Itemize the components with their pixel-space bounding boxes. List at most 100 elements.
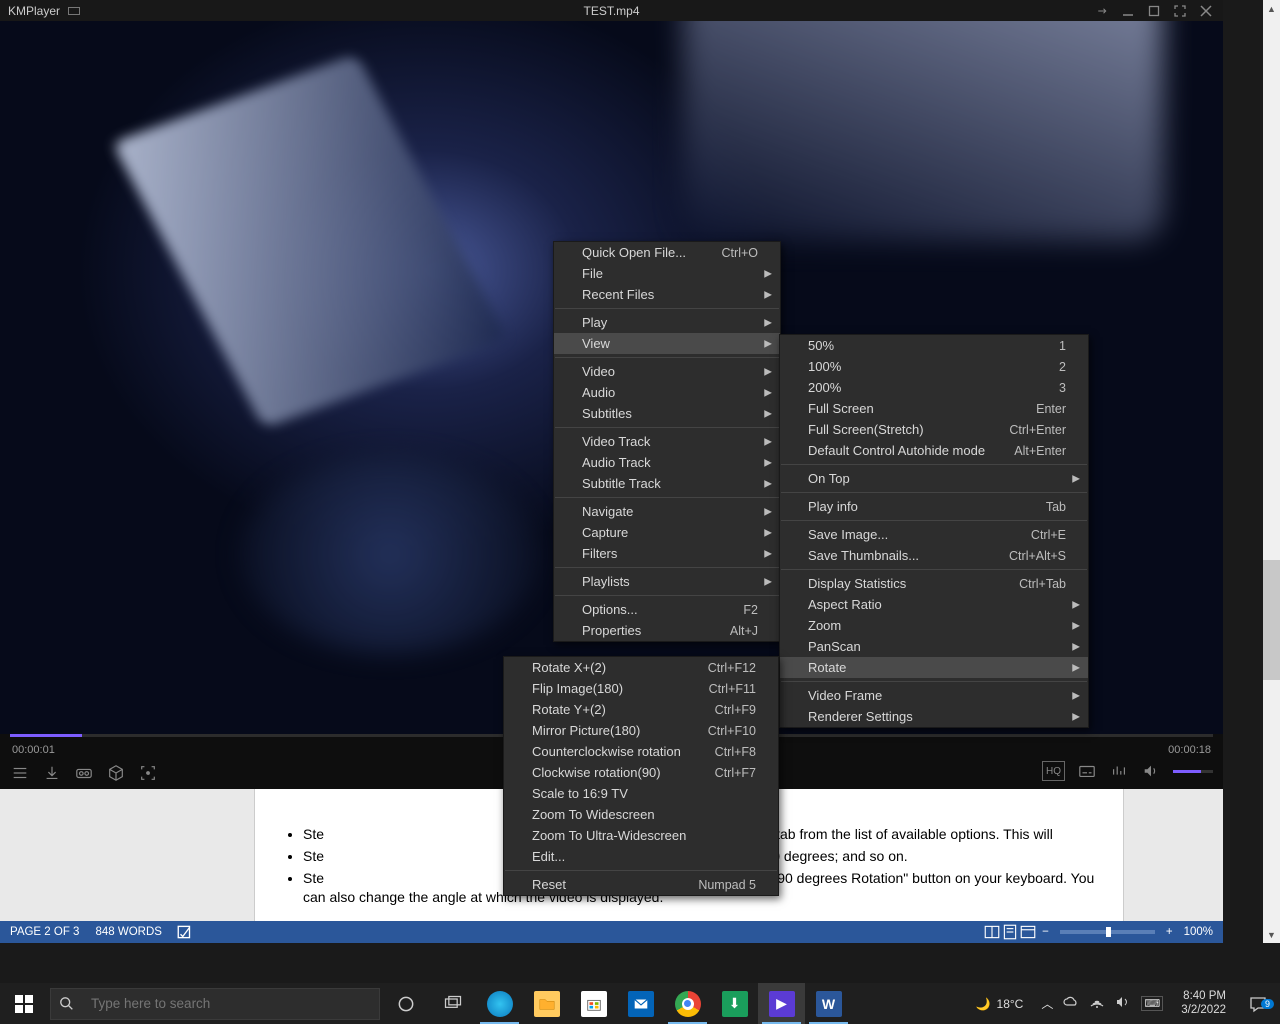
menu-item[interactable]: Video▶ bbox=[554, 361, 780, 382]
menu-item[interactable]: Quick Open File...Ctrl+O bbox=[554, 242, 780, 263]
menu-item[interactable]: Zoom▶ bbox=[780, 615, 1088, 636]
word-read-mode-icon[interactable] bbox=[983, 924, 1001, 940]
volume-slider[interactable] bbox=[1173, 770, 1213, 773]
menu-item[interactable]: 100%2 bbox=[780, 356, 1088, 377]
focus-icon[interactable] bbox=[138, 763, 158, 783]
kmplayer-taskbar-icon[interactable]: ▶ bbox=[758, 983, 805, 1024]
task-view-button[interactable] bbox=[429, 983, 476, 1024]
menu-item[interactable]: Options...F2 bbox=[554, 599, 780, 620]
word-taskbar-icon[interactable]: W bbox=[805, 983, 852, 1024]
menu-item[interactable]: PanScan▶ bbox=[780, 636, 1088, 657]
close-button[interactable] bbox=[1197, 2, 1215, 20]
tray-onedrive-icon[interactable] bbox=[1063, 994, 1079, 1013]
menu-item[interactable]: Capture▶ bbox=[554, 522, 780, 543]
scroll-up-arrow-icon[interactable]: ▲ bbox=[1263, 0, 1280, 17]
taskbar-notifications[interactable]: 9 bbox=[1236, 995, 1280, 1013]
menu-item[interactable]: Aspect Ratio▶ bbox=[780, 594, 1088, 615]
minimize-button[interactable] bbox=[1119, 2, 1137, 20]
word-zoom-in[interactable]: + bbox=[1161, 926, 1178, 938]
menu-item[interactable]: Navigate▶ bbox=[554, 501, 780, 522]
menu-item[interactable]: Play infoTab bbox=[780, 496, 1088, 517]
cortana-button[interactable] bbox=[382, 983, 429, 1024]
menu-item[interactable]: Save Thumbnails...Ctrl+Alt+S bbox=[780, 545, 1088, 566]
menu-item[interactable]: 50%1 bbox=[780, 335, 1088, 356]
menu-item[interactable]: File▶ bbox=[554, 263, 780, 284]
menu-item[interactable]: Flip Image(180)Ctrl+F11 bbox=[504, 678, 778, 699]
menu-item[interactable]: Counterclockwise rotationCtrl+F8 bbox=[504, 741, 778, 762]
context-menu-main[interactable]: Quick Open File...Ctrl+OFile▶Recent File… bbox=[553, 241, 781, 642]
equalizer-icon[interactable] bbox=[1109, 761, 1129, 781]
menu-item[interactable]: Full ScreenEnter bbox=[780, 398, 1088, 419]
scroll-down-arrow-icon[interactable]: ▼ bbox=[1263, 926, 1280, 943]
word-zoom-percent[interactable]: 100% bbox=[1184, 926, 1213, 938]
menu-item[interactable]: PropertiesAlt+J bbox=[554, 620, 780, 641]
menu-item[interactable]: Display StatisticsCtrl+Tab bbox=[780, 573, 1088, 594]
word-proofing-icon[interactable] bbox=[176, 924, 194, 940]
menu-item[interactable]: Edit... bbox=[504, 846, 778, 867]
cube-3d-icon[interactable] bbox=[106, 763, 126, 783]
menu-item[interactable]: ResetNumpad 5 bbox=[504, 874, 778, 895]
menu-item[interactable]: Rotate Y+(2)Ctrl+F9 bbox=[504, 699, 778, 720]
context-menu-rotate[interactable]: Rotate X+(2)Ctrl+F12Flip Image(180)Ctrl+… bbox=[503, 656, 779, 896]
mail-taskbar-icon[interactable] bbox=[617, 983, 664, 1024]
menu-item[interactable]: Video Track▶ bbox=[554, 431, 780, 452]
playlist-icon[interactable] bbox=[10, 763, 30, 783]
menu-item[interactable]: 200%3 bbox=[780, 377, 1088, 398]
hq-badge[interactable]: HQ bbox=[1042, 761, 1065, 781]
menu-item[interactable]: Subtitles▶ bbox=[554, 403, 780, 424]
taskbar-clock[interactable]: 8:40 PM 3/2/2022 bbox=[1171, 990, 1236, 1016]
menu-item[interactable]: Rotate▶ bbox=[780, 657, 1088, 678]
word-vertical-scrollbar[interactable]: ▲ ▼ bbox=[1263, 0, 1280, 943]
menu-item[interactable]: On Top▶ bbox=[780, 468, 1088, 489]
scrollbar-thumb[interactable] bbox=[1263, 560, 1280, 680]
taskbar-weather[interactable]: 🌙 18°C bbox=[966, 997, 1034, 1011]
edge-taskbar-icon[interactable] bbox=[476, 983, 523, 1024]
word-web-layout-icon[interactable] bbox=[1019, 924, 1037, 940]
word-zoom-slider[interactable] bbox=[1060, 930, 1155, 934]
start-button[interactable] bbox=[0, 983, 48, 1024]
taskbar-search-input[interactable] bbox=[83, 996, 379, 1011]
file-explorer-taskbar-icon[interactable] bbox=[523, 983, 570, 1024]
menu-item[interactable]: Audio Track▶ bbox=[554, 452, 780, 473]
msstore-taskbar-icon[interactable] bbox=[570, 983, 617, 1024]
fullscreen-button[interactable] bbox=[1171, 2, 1189, 20]
menu-item[interactable]: Rotate X+(2)Ctrl+F12 bbox=[504, 657, 778, 678]
kmplayer-pin-icon[interactable] bbox=[1093, 2, 1111, 20]
tray-language-icon[interactable]: ⌨ bbox=[1141, 996, 1163, 1011]
volume-icon[interactable] bbox=[1141, 761, 1161, 781]
menu-item[interactable]: Zoom To Widescreen bbox=[504, 804, 778, 825]
chrome-taskbar-icon[interactable] bbox=[664, 983, 711, 1024]
menu-item[interactable]: Play▶ bbox=[554, 312, 780, 333]
subtitle-icon[interactable] bbox=[1077, 761, 1097, 781]
menu-item[interactable]: Playlists▶ bbox=[554, 571, 780, 592]
kmplayer-menu-icon[interactable] bbox=[68, 7, 80, 15]
word-word-count[interactable]: 848 WORDS bbox=[95, 926, 161, 938]
menu-item[interactable]: Default Control Autohide modeAlt+Enter bbox=[780, 440, 1088, 461]
menu-item[interactable]: Mirror Picture(180)Ctrl+F10 bbox=[504, 720, 778, 741]
word-print-layout-icon[interactable] bbox=[1001, 924, 1019, 940]
menu-item[interactable]: Renderer Settings▶ bbox=[780, 706, 1088, 727]
menu-item[interactable]: Filters▶ bbox=[554, 543, 780, 564]
menu-item[interactable]: Clockwise rotation(90)Ctrl+F7 bbox=[504, 762, 778, 783]
menu-item[interactable]: Full Screen(Stretch)Ctrl+Enter bbox=[780, 419, 1088, 440]
menu-item[interactable]: Subtitle Track▶ bbox=[554, 473, 780, 494]
menu-item[interactable]: View▶ bbox=[554, 333, 780, 354]
menu-item[interactable]: Recent Files▶ bbox=[554, 284, 780, 305]
vr-icon[interactable] bbox=[74, 763, 94, 783]
tray-volume-icon[interactable] bbox=[1115, 994, 1131, 1013]
menu-item[interactable]: Video Frame▶ bbox=[780, 685, 1088, 706]
menu-item[interactable]: Scale to 16:9 TV bbox=[504, 783, 778, 804]
menu-item[interactable]: Save Image...Ctrl+E bbox=[780, 524, 1088, 545]
context-menu-view[interactable]: 50%1100%2200%3Full ScreenEnterFull Scree… bbox=[779, 334, 1089, 728]
kmplayer-titlebar[interactable]: KMPlayer TEST.mp4 bbox=[0, 0, 1223, 21]
tray-network-icon[interactable] bbox=[1089, 994, 1105, 1013]
maximize-button[interactable] bbox=[1145, 2, 1163, 20]
taskbar-search[interactable] bbox=[50, 988, 380, 1020]
download-icon[interactable] bbox=[42, 763, 62, 783]
word-zoom-out[interactable]: − bbox=[1037, 926, 1054, 938]
app-taskbar-icon[interactable]: ⬇ bbox=[711, 983, 758, 1024]
tray-chevron-up-icon[interactable]: ︿ bbox=[1041, 995, 1053, 1012]
word-page-indicator[interactable]: PAGE 2 OF 3 bbox=[10, 926, 79, 938]
menu-item[interactable]: Audio▶ bbox=[554, 382, 780, 403]
menu-item[interactable]: Zoom To Ultra-Widescreen bbox=[504, 825, 778, 846]
